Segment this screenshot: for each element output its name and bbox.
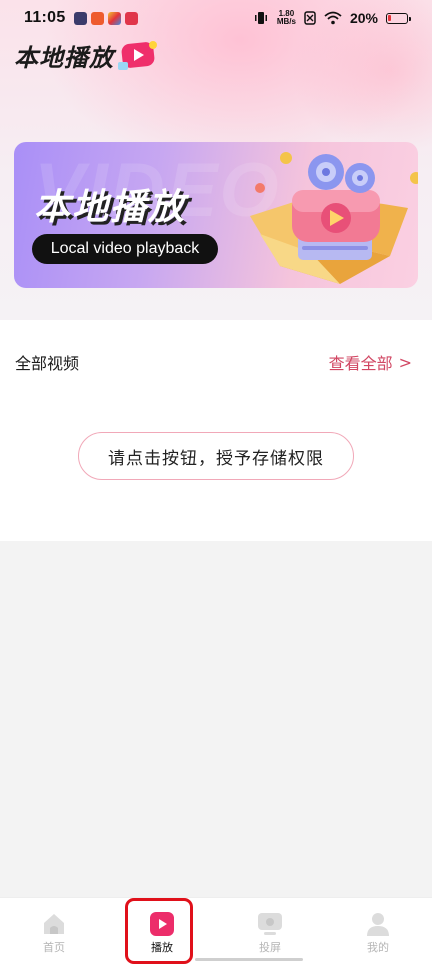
notification-app-icon (107, 11, 121, 25)
network-speed-unit: MB/s (276, 17, 296, 26)
battery-icon (386, 12, 411, 24)
play-icon (150, 912, 174, 936)
battery-level-fill (388, 14, 391, 21)
nav-label-home: 首页 (43, 941, 65, 954)
nav-item-profile[interactable]: 我的 (324, 898, 432, 964)
wifi-icon (324, 11, 342, 25)
banner-subtitle-pill: Local video playback (32, 234, 218, 264)
nav-item-home[interactable]: 首页 (0, 898, 108, 964)
nav-item-play[interactable]: 播放 (108, 898, 216, 964)
sim-off-icon (304, 11, 316, 25)
notification-app-icon (73, 11, 87, 25)
chevron-right-icon: > (398, 352, 412, 372)
nav-label-profile: 我的 (367, 941, 389, 954)
status-notification-icons (73, 11, 138, 25)
page-title: 本地播放 (14, 45, 114, 72)
status-bar: 11:05 1.80 MB/s 20% (0, 0, 432, 36)
view-all-label: 查看全部 (328, 354, 393, 373)
video-list-section: 全部视频 查看全部 > 请点击按钮，授予存储权限 (0, 320, 432, 541)
home-icon (44, 914, 64, 934)
nav-item-cast[interactable]: 投屏 (216, 898, 324, 964)
view-all-link[interactable]: 查看全部 > (329, 350, 412, 374)
promo-banner[interactable]: VIDEO 本地播放 Local video playback (14, 142, 418, 288)
banner-title: 本地播放 (34, 186, 187, 227)
status-time: 11:05 (24, 9, 66, 26)
bottom-navigation: 首页 播放 投屏 我的 (0, 897, 432, 964)
notification-app-icon (90, 11, 104, 25)
video-logo-icon (118, 40, 157, 70)
vibrate-icon (254, 12, 267, 24)
battery-percent: 20% (349, 10, 378, 26)
projector-illustration-icon (250, 152, 418, 284)
home-indicator-bar[interactable] (195, 958, 303, 961)
network-speed: 1.80 MB/s (277, 10, 296, 26)
page-header: 本地播放 (14, 38, 160, 73)
cast-screen-icon (258, 913, 282, 935)
user-profile-icon (367, 913, 389, 936)
notification-app-icon (124, 11, 138, 25)
nav-label-cast: 投屏 (259, 941, 281, 954)
nav-label-play: 播放 (151, 941, 173, 954)
section-title-all-videos: 全部视频 (15, 354, 80, 373)
grant-storage-permission-button[interactable]: 请点击按钮，授予存储权限 (78, 432, 354, 480)
